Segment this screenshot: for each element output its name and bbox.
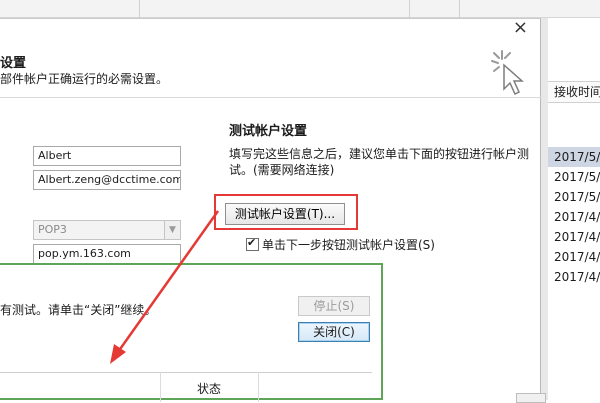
test-section-description: 填写完这些信息之后，建议您单击下面的按钮进行帐户测试。(需要网络连接): [229, 147, 530, 177]
test-results-grid: [0, 372, 372, 402]
account-type-select[interactable]: POP3 ▼: [33, 220, 181, 240]
toolbar-segment: [140, 0, 410, 18]
message-row-date[interactable]: 2017/4/: [548, 207, 600, 227]
background-toolbar: [0, 0, 600, 18]
message-row-date[interactable]: 2017/4/: [548, 227, 600, 247]
close-icon[interactable]: ×: [513, 19, 528, 37]
test-on-next-checkbox-row[interactable]: 单击下一步按钮测试帐户设置(S): [246, 236, 435, 252]
message-row-date[interactable]: 2017/4/: [548, 267, 600, 287]
test-on-next-checkbox-label: 单击下一步按钮测试帐户设置(S): [262, 237, 435, 252]
partial-button[interactable]: [516, 393, 546, 403]
grid-column-divider: [160, 372, 161, 402]
message-row-date[interactable]: 2017/4/: [548, 247, 600, 267]
dialog-subtitle: 部件帐户正确运行的必需设置。: [0, 72, 169, 86]
close-button[interactable]: 关闭(C): [298, 322, 370, 342]
message-list-scrollbar[interactable]: [540, 18, 548, 400]
test-section-title: 测试帐户设置: [229, 124, 308, 139]
message-row-date[interactable]: 2017/5/: [548, 167, 600, 187]
incoming-server-field[interactable]: pop.ym.163.com: [33, 244, 181, 264]
name-field[interactable]: Albert: [33, 146, 181, 166]
cursor-sparkle-icon: [491, 50, 524, 96]
grid-column-divider: [258, 372, 259, 402]
test-account-dialog: 有测试。请单击“关闭”继续。 停止(S) 关闭(C) 状态: [0, 263, 383, 402]
toolbar-segment: [0, 0, 140, 18]
message-row-date[interactable]: 2017/5/: [548, 187, 600, 207]
test-account-settings-button[interactable]: 测试帐户设置(T)...: [225, 203, 345, 225]
message-row-date[interactable]: 2017/5/: [548, 147, 600, 167]
header-separator: [0, 97, 541, 98]
grid-header-status[interactable]: 状态: [197, 380, 221, 397]
stop-button[interactable]: 停止(S): [298, 296, 370, 316]
received-time-column-header[interactable]: 接收时间: [548, 81, 600, 103]
account-type-value: POP3: [38, 223, 67, 236]
email-field[interactable]: Albert.zeng@dcctime.com: [33, 170, 181, 190]
test-dialog-message: 有测试。请单击“关闭”继续。: [0, 303, 157, 317]
chevron-down-icon: ▼: [164, 221, 180, 239]
toolbar-segment: [410, 0, 460, 18]
dialog-title: 设置: [0, 56, 27, 71]
test-on-next-checkbox[interactable]: [246, 236, 259, 251]
